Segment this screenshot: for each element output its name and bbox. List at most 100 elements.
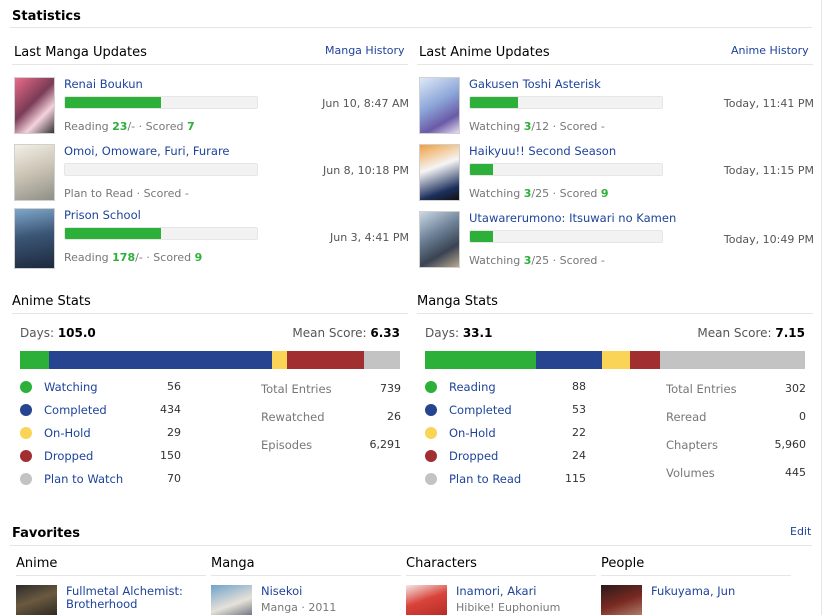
status-label-link[interactable]: Reading [449, 380, 496, 394]
update-date: Today, 11:15 PM [723, 164, 814, 177]
status-dot-icon [425, 427, 437, 439]
status-bar-segment [48, 351, 272, 369]
update-date: Today, 10:49 PM [723, 233, 814, 246]
status-count: 70 [167, 472, 181, 485]
status-bar-segment [286, 351, 364, 369]
status-label-link[interactable]: On-Hold [44, 426, 91, 440]
progress-bar [64, 227, 258, 240]
anime-update-row: Haikyuu!! Second Season Today, 11:15 PM … [419, 144, 814, 207]
anime-status-bar [20, 351, 400, 369]
status-label-link[interactable]: Dropped [449, 449, 498, 463]
divider [417, 313, 813, 314]
cover-image[interactable] [14, 77, 55, 134]
status-label-link[interactable]: Plan to Read [449, 472, 521, 486]
status-dot-icon [20, 381, 32, 393]
status-count: 434 [160, 403, 181, 416]
days-stat: Days: 33.1 [425, 326, 493, 340]
entry-status: Watching 3/25 · Scored 9 [469, 187, 609, 200]
status-label-link[interactable]: Completed [449, 403, 512, 417]
entry-title[interactable]: Gakusen Toshi Asterisk [469, 77, 601, 91]
anime-updates-heading: Last Anime Updates [419, 45, 550, 60]
update-date: Today, 11:41 PM [723, 97, 814, 110]
status-label-link[interactable]: Dropped [44, 449, 93, 463]
anime-stats-heading: Anime Stats [12, 294, 91, 309]
entry-title[interactable]: Haikyuu!! Second Season [469, 144, 616, 158]
manga-history-link[interactable]: Manga History [325, 44, 405, 57]
total-value: 739 [380, 382, 401, 395]
favorite-image[interactable] [601, 585, 642, 615]
status-count: 24 [572, 449, 586, 462]
total-label: Volumes [666, 466, 715, 480]
edit-favorites-link[interactable]: Edit [790, 525, 811, 538]
entry-status: Reading 23/- · Scored 7 [64, 120, 195, 133]
status-count: 115 [565, 472, 586, 485]
favorite-item: Inamori, Akari Hibike! Euphonium [406, 585, 592, 615]
favorite-item: Nisekoi Manga · 2011 [211, 585, 397, 615]
cover-image[interactable] [419, 211, 460, 268]
mean-score: Mean Score: 7.15 [697, 326, 805, 340]
status-bar-segment [425, 351, 536, 369]
entry-title[interactable]: Utawarerumono: Itsuwari no Kamen [469, 211, 676, 225]
divider [12, 313, 408, 314]
total-label: Episodes [261, 438, 313, 452]
cover-image[interactable] [419, 144, 460, 201]
progress-fill [65, 228, 161, 239]
statistics-title: Statistics [12, 9, 81, 24]
favorite-subtitle: Manga · 2011 [261, 601, 337, 614]
favorite-name[interactable]: Inamori, Akari [456, 585, 537, 598]
status-bar-segment [271, 351, 287, 369]
status-bar-segment [20, 351, 49, 369]
favorite-item: Fukuyama, Jun [601, 585, 787, 615]
progress-bar [64, 96, 258, 109]
status-dot-icon [20, 473, 32, 485]
total-value: 26 [387, 410, 401, 423]
favorites-anime-heading: Anime [16, 556, 206, 576]
manga-update-row: Renai Boukun Jun 10, 8:47 AM Reading 23/… [14, 77, 409, 140]
cover-image[interactable] [14, 144, 55, 201]
progress-bar [64, 163, 258, 176]
status-count: 29 [167, 426, 181, 439]
status-bar-segment [602, 351, 631, 369]
status-dot-icon [20, 450, 32, 462]
entry-title[interactable]: Prison School [64, 208, 141, 222]
mean-score: Mean Score: 6.33 [292, 326, 400, 340]
update-date: Jun 10, 8:47 AM [322, 97, 409, 110]
favorite-name[interactable]: Fukuyama, Jun [651, 585, 735, 598]
cover-image[interactable] [14, 208, 55, 269]
favorites-manga-column: Manga Nisekoi Manga · 2011 [211, 556, 401, 615]
favorite-name[interactable]: Nisekoi [261, 585, 302, 598]
cover-image[interactable] [419, 77, 460, 134]
status-bar-segment [535, 351, 603, 369]
divider [12, 64, 408, 65]
favorite-image[interactable] [211, 585, 252, 615]
manga-status-bar [425, 351, 805, 369]
status-dot-icon [425, 473, 437, 485]
status-label-link[interactable]: Watching [44, 380, 98, 394]
anime-update-row: Utawarerumono: Itsuwari no Kamen Today, … [419, 211, 814, 274]
favorite-image[interactable] [16, 585, 57, 615]
favorite-image[interactable] [406, 585, 447, 615]
entry-status: Watching 3/25 · Scored - [469, 254, 605, 267]
entry-status: Reading 178/- · Scored 9 [64, 251, 203, 264]
entry-title[interactable]: Omoi, Omoware, Furi, Furare [64, 144, 230, 158]
favorite-name[interactable]: Fullmetal Alchemist: Brotherhood [66, 585, 202, 611]
entry-title[interactable]: Renai Boukun [64, 77, 143, 91]
status-dot-icon [425, 381, 437, 393]
total-label: Chapters [666, 438, 718, 452]
divider [10, 27, 812, 28]
favorite-item: Fullmetal Alchemist: Brotherhood [16, 585, 202, 615]
progress-bar [469, 163, 663, 176]
status-count: 88 [572, 380, 586, 393]
anime-history-link[interactable]: Anime History [731, 44, 809, 57]
favorites-people-column: People Fukuyama, Jun [601, 556, 791, 615]
status-label-link[interactable]: Completed [44, 403, 107, 417]
status-count: 150 [160, 449, 181, 462]
manga-update-row: Omoi, Omoware, Furi, Furare Jun 8, 10:18… [14, 144, 409, 207]
status-dot-icon [20, 404, 32, 416]
status-label-link[interactable]: Plan to Watch [44, 472, 123, 486]
favorites-people-heading: People [601, 556, 791, 576]
status-bar-segment [630, 351, 661, 369]
days-stat: Days: 105.0 [20, 326, 96, 340]
status-label-link[interactable]: On-Hold [449, 426, 496, 440]
total-label: Total Entries [666, 382, 737, 396]
